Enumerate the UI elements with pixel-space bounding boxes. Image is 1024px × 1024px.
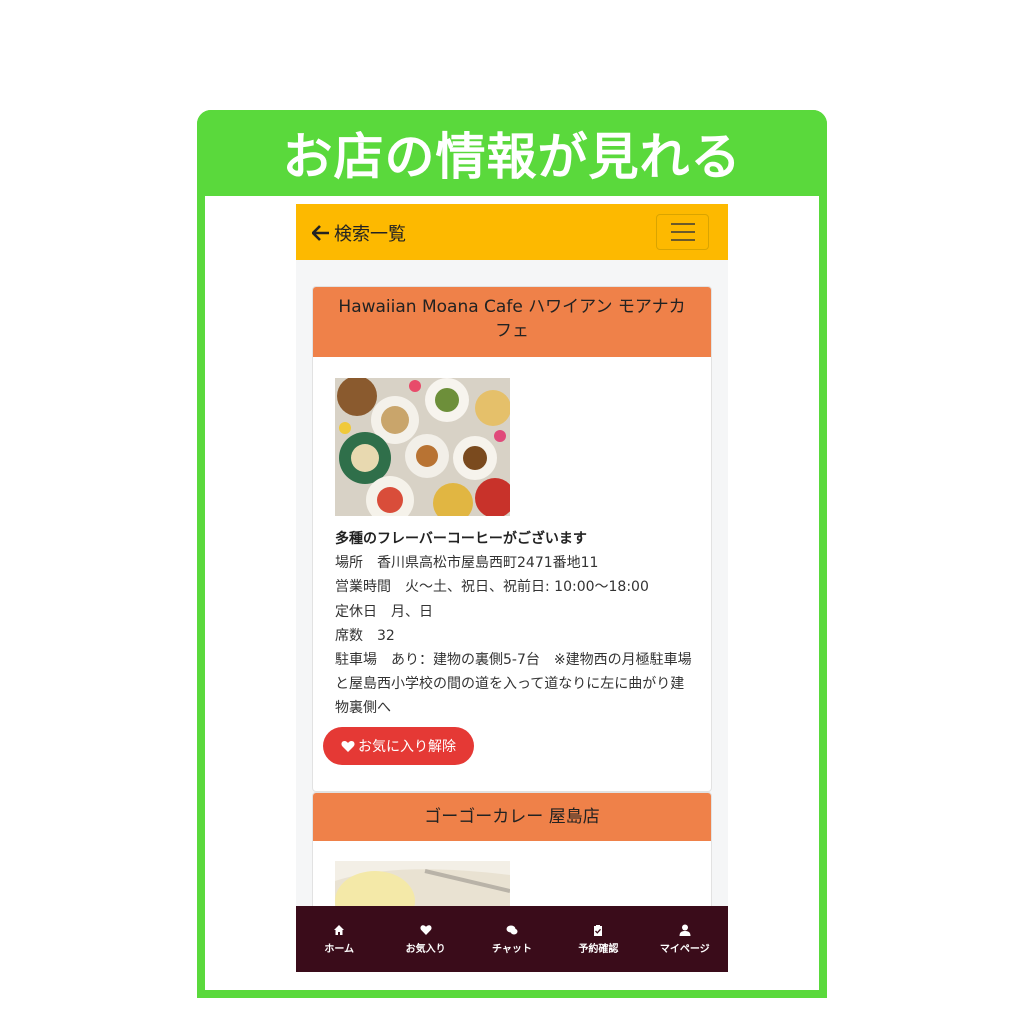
tab-reservations[interactable]: 予約確認	[555, 924, 641, 955]
hamburger-icon-bar	[670, 239, 695, 241]
clipboard-check-icon	[594, 924, 603, 936]
home-icon	[334, 924, 345, 935]
shop-name[interactable]: ゴーゴーカレー 屋島店	[313, 793, 711, 841]
tab-label: ホーム	[324, 943, 355, 955]
tab-home[interactable]: ホーム	[296, 924, 382, 955]
shop-photo	[335, 378, 510, 516]
hamburger-icon-bar	[670, 231, 695, 233]
shop-parking: 駐車場 あり：建物の裏側5-7台 ※建物西の月極駐車場と屋島西小学校の間の道を入…	[335, 652, 692, 717]
back-link-label: 検索一覧	[334, 224, 406, 245]
arrow-left-icon	[312, 225, 329, 241]
back-link[interactable]: 検索一覧	[312, 220, 406, 246]
tab-mypage[interactable]: マイページ	[642, 924, 728, 955]
tab-favorites[interactable]: お気入り	[383, 924, 469, 955]
tab-label: 予約確認	[578, 943, 619, 955]
tab-label: お気入り	[405, 943, 446, 955]
top-navbar: 検索一覧	[296, 204, 728, 260]
chat-icon	[506, 925, 518, 934]
remove-favorite-button[interactable]: お気に入り解除	[323, 727, 474, 765]
bottom-tab-bar: ホーム お気入り チャット 予約確認 マイページ	[296, 906, 728, 972]
shop-address: 場所 香川県高松市屋島西町2471番地11	[335, 555, 599, 572]
shop-seats: 席数 32	[335, 627, 395, 644]
tab-label: マイページ	[659, 943, 710, 955]
shop-hours: 営業時間 火〜土、祝日、祝前日: 10:00〜18:00	[335, 579, 649, 596]
remove-favorite-label: お気に入り解除	[358, 739, 456, 755]
tab-label: チャット	[492, 943, 532, 955]
shop-card: Hawaiian Moana Cafe ハワイアン モアナカフェ 多種のフレーバ…	[312, 286, 712, 792]
shop-info: 多種のフレーバーコーヒーがございます 場所 香川県高松市屋島西町2471番地11…	[335, 527, 695, 721]
promo-banner-title: お店の情報が見れる	[197, 110, 827, 196]
shop-name[interactable]: Hawaiian Moana Cafe ハワイアン モアナカフェ	[313, 287, 711, 357]
heart-icon	[420, 924, 432, 935]
phone-screen: 検索一覧 Hawaiian Moana Cafe ハワイアン モアナカフェ 多種…	[296, 204, 728, 972]
menu-toggle-button[interactable]	[656, 214, 709, 250]
hamburger-icon-bar	[670, 223, 695, 225]
user-icon	[679, 924, 691, 936]
shop-closed-days: 定休日 月、日	[335, 603, 433, 620]
tab-chat[interactable]: チャット	[469, 924, 555, 955]
shop-catchphrase: 多種のフレーバーコーヒーがございます	[335, 531, 587, 547]
heart-icon	[341, 740, 355, 752]
